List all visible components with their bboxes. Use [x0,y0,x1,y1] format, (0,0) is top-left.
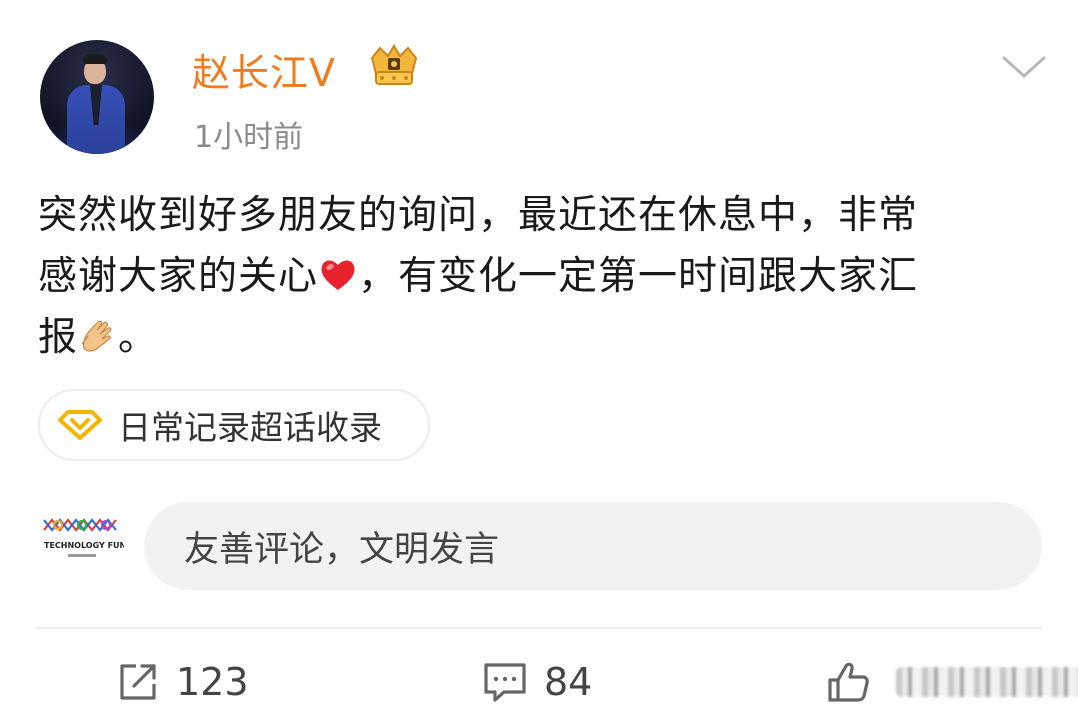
repost-button[interactable]: 123 [116,656,249,708]
author-name[interactable]: 赵长江V [192,42,336,97]
thumbs-up-icon [828,662,869,702]
weibo-post: 赵长江V 1小时前 突然收到好多朋友的询问，最近还在休息中，非常 感谢大家的关心… [0,0,1078,714]
post-text-line: 突然收到好多朋友的询问，最近还在休息中，非常 [38,193,919,238]
super-topic-chip[interactable]: 日常记录超话收录 [38,389,430,461]
commenter-logo-avatar[interactable]: TECHNOLOGY FUN [40,510,124,574]
like-count-obscured [896,667,1078,697]
divider [36,627,1042,629]
chevron-down-icon[interactable] [1000,52,1048,82]
comment-button[interactable]: 84 [482,656,592,708]
super-topic-label: 日常记录超话收录 [118,408,382,447]
comment-count: 84 [544,660,593,704]
comment-icon [484,663,526,702]
diamond-icon [58,410,102,440]
post-text-line: 报。 [38,315,159,360]
post-text-line: 感谢大家的关心 ，有变化一定第一时间跟大家汇 [38,254,919,299]
comment-input[interactable]: 友善评论，文明发言 [144,502,1042,590]
heart-emoji-icon [321,260,355,290]
post-timestamp: 1小时前 [194,120,304,155]
clap-emoji-icon [81,320,112,352]
comment-input-placeholder: 友善评论，文明发言 [184,529,500,570]
like-button[interactable] [826,656,1078,708]
repost-count: 123 [176,660,249,704]
repost-icon [120,664,156,700]
post-body: 突然收到好多朋友的询问，最近还在休息中，非常 感谢大家的关心 ，有变化一定第一时间… [38,185,1038,368]
author-avatar[interactable] [40,40,154,154]
vip-crown-badge-icon [370,44,418,85]
svg-text:TECHNOLOGY FUN: TECHNOLOGY FUN [44,541,124,550]
